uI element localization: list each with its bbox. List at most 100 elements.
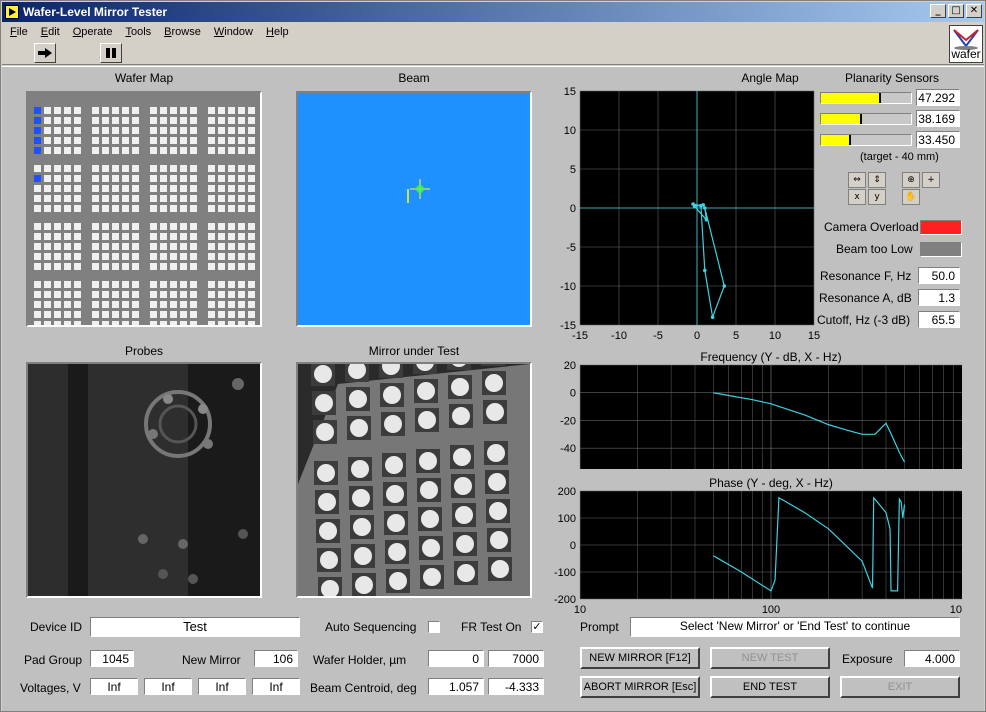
wafer-die	[92, 233, 99, 240]
wafer-die	[44, 117, 51, 124]
menu-bar: File Edit Operate Tools Browse Window He…	[2, 23, 984, 41]
wafer-die	[180, 185, 187, 192]
end-test-button[interactable]: END TEST	[710, 676, 830, 698]
probes-image	[26, 362, 262, 598]
wafer-holder-y[interactable]: 7000	[488, 650, 544, 667]
wafer-die	[54, 243, 61, 250]
planarity-target: (target - 40 mm)	[860, 151, 939, 163]
wafer-die	[112, 311, 119, 318]
voltage-field-2[interactable]: Inf	[144, 678, 192, 695]
wafer-die	[112, 107, 119, 114]
menu-operate[interactable]: Operate	[65, 23, 118, 41]
y-scale-icon[interactable]: ⇕	[868, 172, 886, 188]
wafer-die	[208, 311, 215, 318]
wafer-die	[150, 127, 157, 134]
wafer-die	[180, 205, 187, 212]
y-tick-label: -5	[566, 242, 576, 254]
wafer-die	[112, 321, 119, 328]
menu-help[interactable]: Help	[258, 23, 294, 41]
wafer-die	[160, 291, 167, 298]
wafer-die	[170, 311, 177, 318]
wafer-die	[34, 165, 41, 172]
wafer-die	[228, 127, 235, 134]
wafer-die	[238, 301, 245, 308]
wafer-die	[122, 185, 129, 192]
wafer-die	[102, 253, 109, 260]
wafer-die	[64, 281, 71, 288]
wafer-die	[74, 137, 81, 144]
menu-browse[interactable]: Browse	[156, 23, 206, 41]
planarity-value-2: 38.169	[916, 110, 960, 127]
mirror-disk	[353, 518, 371, 536]
exposure-field[interactable]: 4.000	[904, 650, 960, 667]
wafer-die	[132, 195, 139, 202]
menu-edit[interactable]: Edit	[33, 23, 65, 41]
device-id-field[interactable]: Test	[90, 617, 300, 637]
wafer-die	[102, 137, 109, 144]
maximize-button[interactable]: □	[948, 4, 964, 18]
exit-button[interactable]: EXIT	[840, 676, 960, 698]
cursor-icon[interactable]: +	[922, 172, 940, 188]
zoom-icon[interactable]: ⊕	[902, 172, 920, 188]
mirror-disk	[421, 510, 439, 528]
x-scale-icon[interactable]: ⇔	[848, 172, 866, 188]
pause-button[interactable]	[100, 43, 122, 63]
x-tick-label: 5	[733, 330, 739, 342]
pan-icon[interactable]: ✋	[902, 189, 920, 205]
wafer-die	[34, 263, 41, 270]
voltage-field-3[interactable]: Inf	[198, 678, 246, 695]
wafer-die	[122, 281, 129, 288]
window-title: Wafer-Level Mirror Tester	[23, 5, 168, 19]
phase-graph[interactable]: 2001000-100-200101001000Phase (Y - deg, …	[542, 473, 962, 623]
auto-sequencing-checkbox[interactable]	[428, 621, 440, 633]
wafer-die	[238, 107, 245, 114]
pad-group-field[interactable]: 1045	[90, 650, 134, 667]
wafer-die	[190, 291, 197, 298]
minimize-button[interactable]: _	[930, 4, 946, 18]
y-format-icon[interactable]: y	[868, 189, 886, 205]
wafer-die	[54, 281, 61, 288]
x-tick-label: 1000	[950, 604, 962, 616]
x-format-icon[interactable]: x	[848, 189, 866, 205]
wafer-die	[112, 243, 119, 250]
close-button[interactable]: ✕	[966, 4, 982, 18]
new-test-button[interactable]: NEW TEST	[710, 647, 830, 669]
wafer-die	[112, 195, 119, 202]
wafer-die	[160, 233, 167, 240]
voltage-field-4[interactable]: Inf	[252, 678, 300, 695]
menu-window[interactable]: Window	[206, 23, 258, 41]
new-mirror-button[interactable]: NEW MIRROR [F12]	[580, 647, 700, 669]
wafer-die	[228, 281, 235, 288]
cutoff-label: Cutoff, Hz (-3 dB)	[817, 313, 911, 327]
probes-camera-view	[28, 364, 260, 596]
wafer-die	[74, 195, 81, 202]
voltage-field-1[interactable]: Inf	[90, 678, 138, 695]
menu-tools[interactable]: Tools	[117, 23, 156, 41]
wafer-die	[34, 117, 41, 124]
wafer-die	[160, 223, 167, 230]
fr-test-checkbox[interactable]: ✓	[531, 621, 543, 633]
wafer-die	[218, 195, 225, 202]
run-button[interactable]	[34, 43, 56, 63]
wafer-die	[122, 253, 129, 260]
frequency-graph[interactable]: 20 0 -20 -40 Frequency (Y - dB, X - Hz)	[542, 347, 962, 472]
wafer-die	[180, 195, 187, 202]
wafer-die	[218, 165, 225, 172]
wafer-die	[228, 233, 235, 240]
wafer-holder-x[interactable]: 0	[428, 650, 484, 667]
abort-mirror-button[interactable]: ABORT MIRROR [Esc]	[580, 676, 700, 698]
wafer-die	[54, 185, 61, 192]
data-point	[692, 204, 697, 209]
x-tick-label: -15	[572, 330, 588, 342]
wafer-die	[170, 243, 177, 250]
data-point	[703, 268, 707, 273]
wafer-map[interactable]	[26, 91, 262, 328]
wafer-die	[208, 165, 215, 172]
new-mirror-field[interactable]: 106	[254, 650, 298, 667]
wafer-die	[122, 243, 129, 250]
wafer-die	[112, 253, 119, 260]
pause-icon	[106, 48, 116, 58]
wafer-die	[190, 205, 197, 212]
menu-file[interactable]: File	[2, 23, 33, 41]
wafer-die	[132, 311, 139, 318]
